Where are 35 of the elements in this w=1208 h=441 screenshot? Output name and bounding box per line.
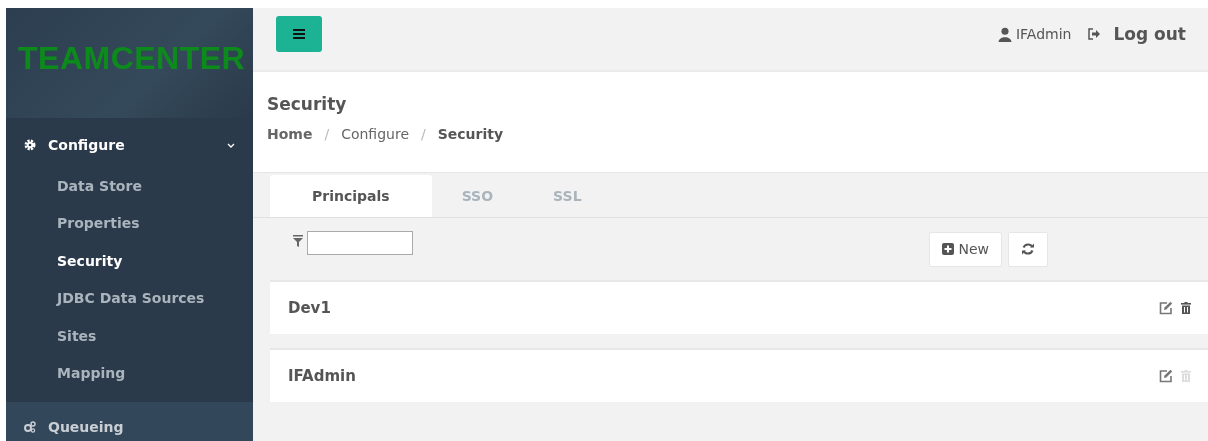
- breadcrumb-separator: /: [421, 126, 426, 142]
- user-name[interactable]: IFAdmin: [1015, 26, 1072, 42]
- plus-square-icon: [942, 243, 955, 255]
- filter-field[interactable]: [307, 231, 413, 255]
- page-title: Security: [267, 94, 348, 114]
- chevron-icon: [227, 142, 235, 148]
- sign-out-icon: [1087, 28, 1102, 40]
- principal-name[interactable]: IFAdmin: [288, 367, 356, 385]
- menu-icon: [293, 29, 305, 39]
- refresh-icon: [1021, 242, 1035, 256]
- tab[interactable]: Principals: [270, 175, 432, 217]
- logout-link[interactable]: Log out: [1113, 24, 1186, 44]
- edit-icon[interactable]: [1159, 369, 1173, 383]
- breadcrumb-separator: /: [324, 126, 330, 142]
- new-button[interactable]: New: [929, 231, 1002, 267]
- current-page-label: Security: [437, 126, 504, 142]
- sidebar-item[interactable]: Security: [6, 242, 253, 281]
- sidebar-section[interactable]: Configure: [6, 128, 253, 162]
- trash-icon[interactable]: [1181, 302, 1191, 314]
- logo: TEAMCENTER: [18, 39, 246, 77]
- breadcrumb-link[interactable]: Configure: [341, 126, 409, 142]
- principal-name[interactable]: Dev1: [288, 299, 331, 317]
- sidebar-item[interactable]: Properties: [6, 205, 253, 243]
- user-icon: [997, 26, 1012, 42]
- edit-icon[interactable]: [1159, 301, 1173, 315]
- sidebar-item[interactable]: JDBC Data Sources: [6, 280, 253, 318]
- sidebar-item[interactable]: Sites: [6, 317, 253, 355]
- filter-icon: [293, 235, 303, 247]
- sidebar-item[interactable]: Data Store: [6, 168, 253, 206]
- gears-icon: [24, 421, 36, 434]
- breadcrumb-link[interactable]: Home: [267, 126, 313, 142]
- refresh-button[interactable]: [1008, 231, 1048, 267]
- menu-button[interactable]: [276, 16, 322, 52]
- sidebar-item[interactable]: Mapping: [6, 354, 253, 393]
- gear-icon: [24, 139, 36, 151]
